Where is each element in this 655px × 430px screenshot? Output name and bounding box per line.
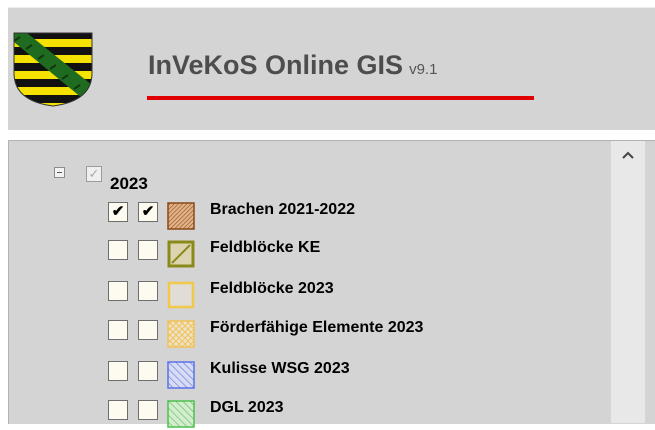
app-header: InVeKoS Online GIS v9.1 [8, 7, 655, 130]
layer-active-checkbox[interactable] [138, 361, 158, 381]
layer-visible-checkbox[interactable] [108, 400, 128, 420]
year-group-label: 2023 [110, 174, 148, 193]
app-title-text: InVeKoS Online GIS [148, 50, 404, 80]
layer-active-checkbox[interactable] [138, 281, 158, 301]
layer-row-foerderfaehige-elemente: Förderfähige Elemente 2023 [108, 319, 528, 350]
layer-row-brachen: ✔ ✔ Brachen 2021-2022 [108, 201, 528, 232]
yellow-crosshatch-swatch-icon [167, 320, 195, 348]
layer-row-kulisse-wsg: Kulisse WSG 2023 [108, 360, 528, 391]
chevron-up-icon [622, 151, 634, 159]
layer-active-checkbox[interactable] [138, 400, 158, 420]
brown-hatch-swatch-icon [167, 202, 195, 230]
olive-outline-swatch-icon [167, 240, 195, 268]
green-hatch-swatch-icon [167, 400, 195, 428]
coat-of-arms-logo [13, 32, 93, 107]
minus-box-icon[interactable] [54, 167, 65, 178]
layer-row-dgl: DGL 2023 [108, 399, 528, 430]
year-checkbox: ✓ [86, 166, 102, 182]
layer-visible-checkbox[interactable] [108, 320, 128, 340]
layer-label: Förderfähige Elemente 2023 [210, 319, 424, 336]
layer-active-checkbox[interactable] [138, 240, 158, 260]
layer-label: Feldblöcke 2023 [210, 280, 334, 297]
layer-label: Brachen 2021-2022 [210, 201, 355, 218]
layer-row-feldbloecke-ke: Feldblöcke KE [108, 239, 528, 270]
blue-hatch-swatch-icon [167, 361, 195, 389]
layer-label: Feldblöcke KE [210, 239, 321, 256]
layer-visible-checkbox[interactable] [108, 361, 128, 381]
layer-row-feldbloecke-2023: Feldblöcke 2023 [108, 280, 528, 311]
layer-label: DGL 2023 [210, 399, 284, 416]
layer-active-checkbox[interactable]: ✔ [138, 202, 158, 222]
scroll-up-button[interactable] [611, 141, 645, 169]
layer-visible-checkbox[interactable] [108, 240, 128, 260]
layer-visible-checkbox[interactable]: ✔ [108, 202, 128, 222]
layer-visible-checkbox[interactable] [108, 281, 128, 301]
app-version: v9.1 [409, 61, 438, 78]
layer-active-checkbox[interactable] [138, 320, 158, 340]
layer-label: Kulisse WSG 2023 [210, 360, 350, 377]
app-title: InVeKoS Online GIS v9.1 [148, 50, 437, 81]
title-underline [147, 96, 534, 100]
vertical-scrollbar[interactable] [611, 141, 645, 423]
yellow-outline-swatch-icon [167, 281, 195, 309]
